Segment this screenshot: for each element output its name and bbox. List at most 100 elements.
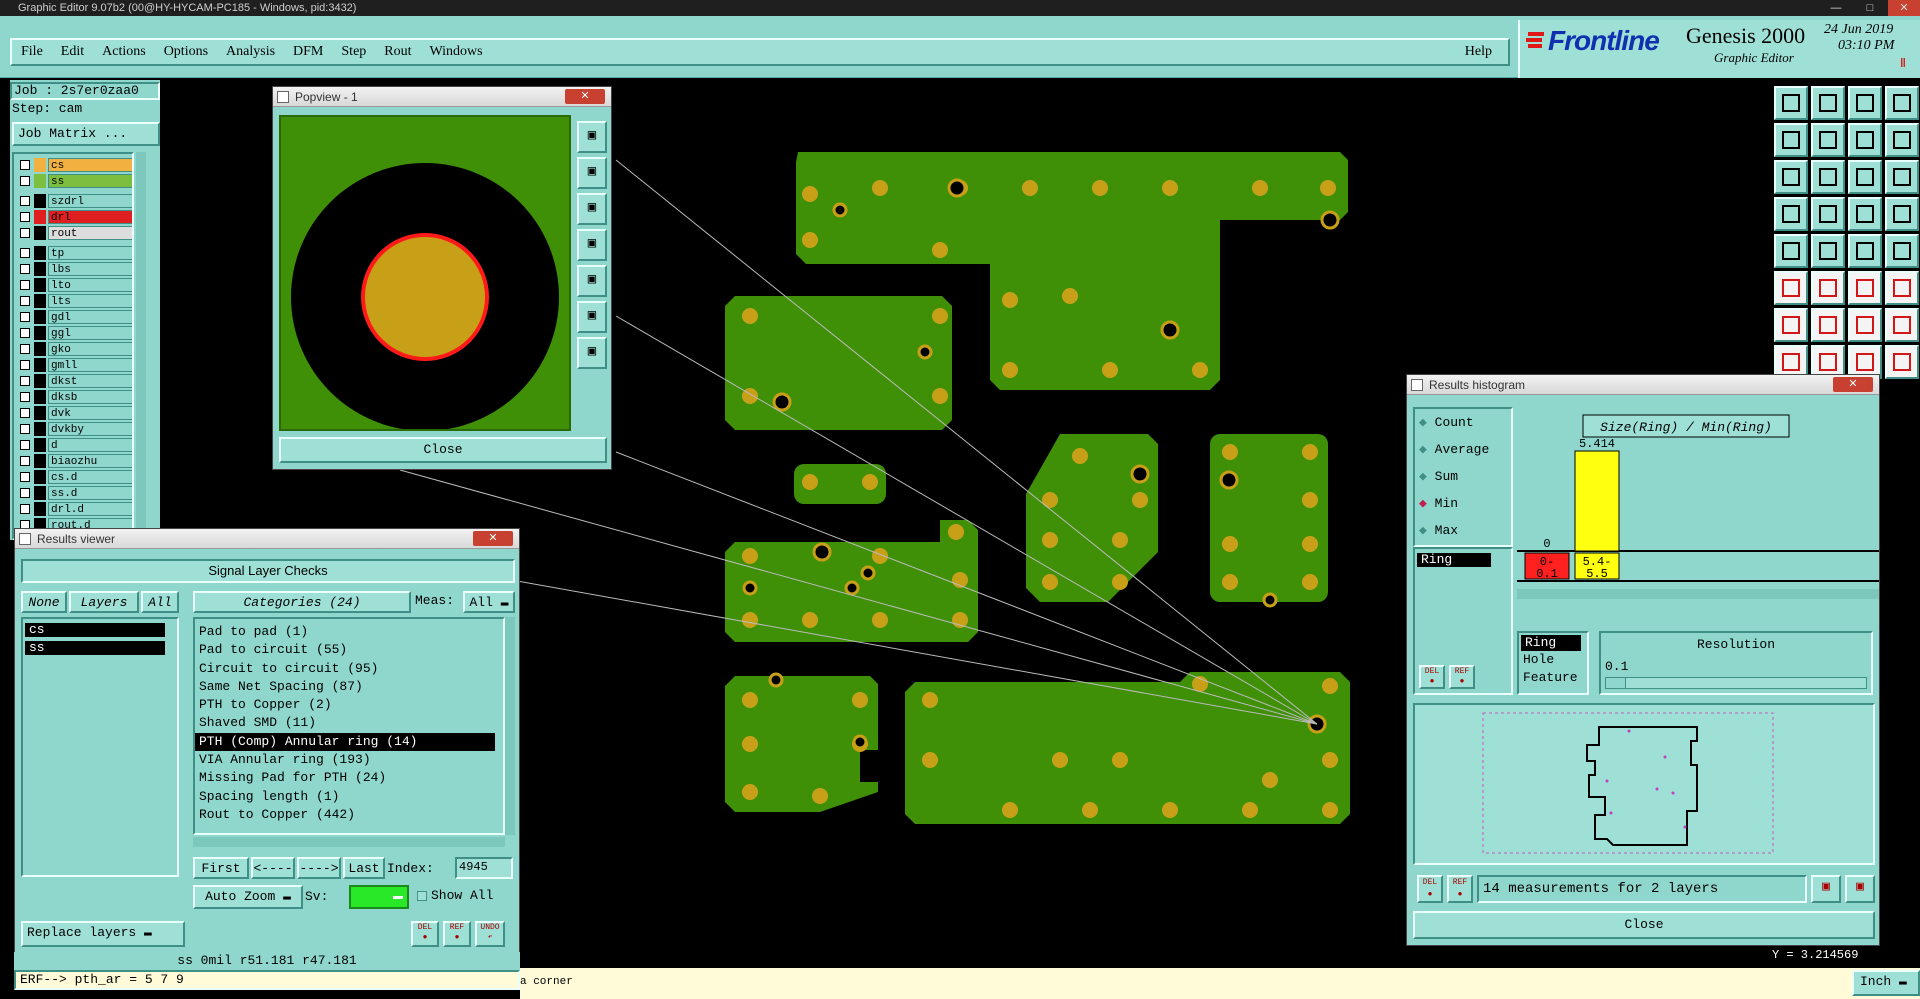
overview-refresh-button[interactable]: REF ● [1447,875,1473,903]
measurement-list[interactable]: Ring DEL ● REF ● [1413,547,1513,695]
edit-icon[interactable] [1811,308,1845,342]
layer-color-swatch[interactable] [34,262,46,276]
layer-list-scrollbar[interactable] [136,152,146,540]
category-item[interactable]: Spacing length (1) [195,788,503,806]
results-viewer-close-icon[interactable]: ✕ [473,531,513,546]
layer-row-ss-d[interactable]: ss.d [18,486,132,500]
layer-row-lto[interactable]: lto [18,278,132,292]
layer-checkbox[interactable] [20,196,30,206]
layer-checkbox[interactable] [20,424,30,434]
layer-checkbox[interactable] [20,504,30,514]
layer-checkbox[interactable] [20,392,30,402]
layer-results-list[interactable]: cs ss [21,617,179,877]
layer-color-swatch[interactable] [34,278,46,292]
layer-row-cs[interactable]: cs [18,158,132,172]
resize-icon[interactable] [1885,123,1919,157]
category-item[interactable]: Circuit to circuit (95) [195,660,503,678]
layer-row-tp[interactable]: tp [18,246,132,260]
move-down-icon[interactable] [1811,86,1845,120]
menu-help[interactable]: Help [1465,40,1492,64]
center-icon[interactable]: ▣ [577,337,607,369]
layer-row-dkst[interactable]: dkst [18,374,132,388]
layer-checkbox[interactable] [20,160,30,170]
menu-actions[interactable]: Actions [93,40,155,64]
layer-row-d[interactable]: d [18,438,132,452]
layer-checkbox[interactable] [20,456,30,466]
menu-edit[interactable]: Edit [52,40,93,64]
layer-row-gdl[interactable]: gdl [18,310,132,324]
layer-color-swatch[interactable] [34,406,46,420]
type-ring[interactable]: Ring [1521,635,1581,651]
layer-checkbox[interactable] [20,328,30,338]
histogram-chart[interactable]: Size(Ring) / Min(Ring) 0 0-0.1 5.414 5.4-5.… [1517,407,1879,643]
last-button[interactable]: Last [343,857,385,879]
layer-row-dvkby[interactable]: dvkby [18,422,132,436]
category-item[interactable]: Missing Pad for PTH (24) [195,769,503,787]
rotate-icon[interactable] [1848,308,1882,342]
layer-name[interactable]: gdl [48,310,132,324]
layer-name[interactable]: rout [48,226,132,240]
layer-color-swatch[interactable] [34,358,46,372]
layer-row-rout[interactable]: rout [18,226,132,240]
category-item[interactable]: Pad to circuit (55) [195,641,503,659]
layer-row-cs-d[interactable]: cs.d [18,470,132,484]
step-icon[interactable] [1885,197,1919,231]
resolution-slider-thumb[interactable] [1606,678,1626,688]
radio-diamond-icon[interactable]: ◆ [1419,496,1427,511]
radio-diamond-icon[interactable]: ◆ [1419,469,1427,484]
layer-row-ggl[interactable]: ggl [18,326,132,340]
layer-name[interactable]: drl [48,210,132,224]
ruler-icon[interactable] [1848,234,1882,268]
help-icon[interactable] [1885,160,1919,194]
layer-name[interactable]: dvkby [48,422,132,436]
layer-checkbox[interactable] [20,440,30,450]
layer-row-drl[interactable]: drl [18,210,132,224]
result-layer-cs[interactable]: cs [25,623,165,637]
layer-name[interactable]: lbs [48,262,132,276]
radio-diamond-icon[interactable]: ◆ [1419,442,1427,457]
fence-icon[interactable] [1885,308,1919,342]
layer-name[interactable]: cs.d [48,470,132,484]
category-scrollbar[interactable] [505,617,515,835]
units-dropdown[interactable]: Inch ▬ [1852,970,1920,996]
layer-color-swatch[interactable] [34,486,46,500]
radio-diamond-icon[interactable]: ◆ [1419,415,1427,430]
none-tab[interactable]: None [21,591,67,613]
category-item[interactable]: PTH to Copper (2) [195,696,503,714]
refresh-result-button[interactable]: REF ● [443,921,471,947]
layer-row-gko[interactable]: gko [18,342,132,356]
layer-checkbox[interactable] [20,264,30,274]
option-sum[interactable]: ◆ Sum [1419,469,1458,484]
angle-icon[interactable] [1774,308,1808,342]
layer-color-swatch[interactable] [34,246,46,260]
layer-color-swatch[interactable] [34,226,46,240]
layer-row-ss[interactable]: ss [18,174,132,188]
result-layer-ss[interactable]: ss [25,641,165,655]
layer-color-swatch[interactable] [34,210,46,224]
index-field[interactable]: 4945 [455,857,513,879]
option-average[interactable]: ◆ Average [1419,442,1489,457]
layer-checkbox[interactable] [20,344,30,354]
layer-color-swatch[interactable] [34,174,46,188]
layer-row-biaozhu[interactable]: biaozhu [18,454,132,468]
category-item[interactable]: Shaved SMD (11) [195,714,503,732]
layer-checkbox[interactable] [20,176,30,186]
layer-row-lbs[interactable]: lbs [18,262,132,276]
close-window-button[interactable]: ✕ [1888,0,1920,16]
layer-color-swatch[interactable] [34,326,46,340]
pad-icon[interactable] [1774,234,1808,268]
layer-color-swatch[interactable] [34,470,46,484]
category-list[interactable]: Pad to pad (1) Pad to circuit (55) Circuit… [193,617,505,835]
maximize-button[interactable]: □ [1854,0,1886,16]
menu-options[interactable]: Options [155,40,217,64]
layer-checkbox[interactable] [20,488,30,498]
layer-name[interactable]: biaozhu [48,454,132,468]
measurement-ring[interactable]: Ring [1417,553,1491,567]
next-button[interactable]: ----> [297,857,341,879]
layer-color-swatch[interactable] [34,374,46,388]
auto-zoom-dropdown[interactable]: Auto Zoom ▬ [193,885,303,909]
layer-checkbox[interactable] [20,312,30,322]
home-icon[interactable] [1848,86,1882,120]
board-overview[interactable] [1413,703,1875,865]
layer-name[interactable]: szdrl [48,194,132,208]
